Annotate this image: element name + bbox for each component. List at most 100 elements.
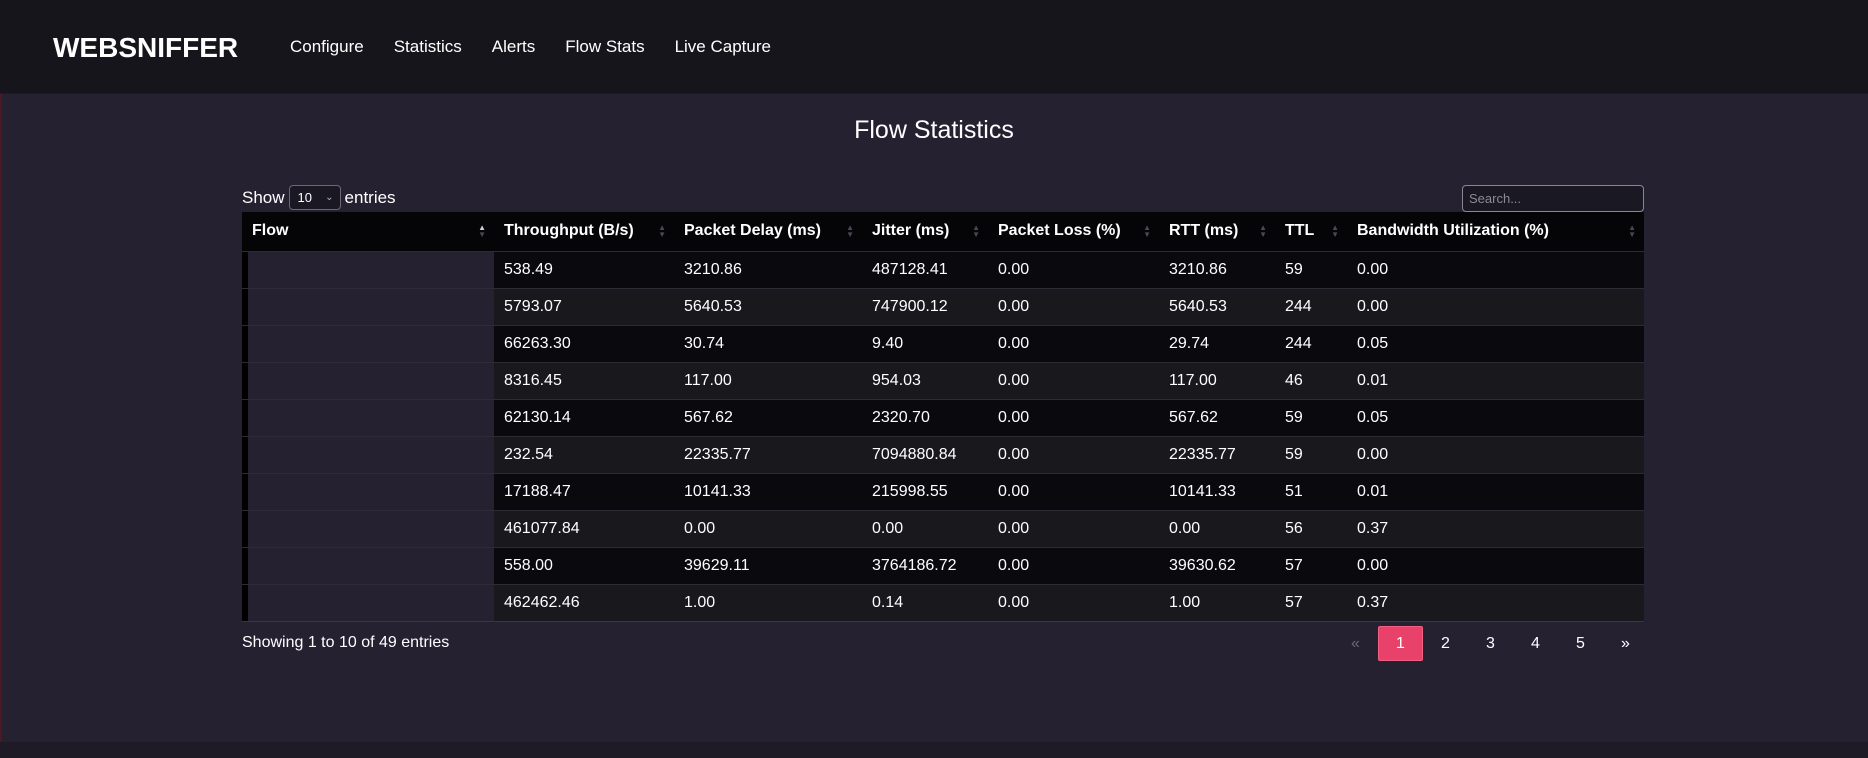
table-cell: 10141.33 [1169,482,1236,500]
table-cell: 3210.86 [684,260,742,278]
table-row[interactable]: 461077.84 0.00 0.00 0.00 0.00 56 0.37 [242,510,1644,547]
table-cell: 232.54 [504,445,553,463]
column-header-bandwidth-utilization[interactable]: Bandwidth Utilization (%) ▲ ▼ [1347,212,1644,251]
table-cell: 0.37 [1357,593,1389,611]
nav-alerts[interactable]: Alerts [492,37,535,57]
table-row[interactable]: 462462.46 1.00 0.14 0.00 1.00 57 0.37 [242,584,1644,621]
nav-configure[interactable]: Configure [290,37,364,57]
pagination-page-2[interactable]: 2 [1423,626,1468,661]
table-cell: 1.00 [684,593,716,611]
pagination-page-3[interactable]: 3 [1468,626,1513,661]
table-row[interactable]: 17188.47 10141.33 215998.55 0.00 10141.33 51 0… [242,473,1644,510]
table-cell: 62130.14 [504,408,571,426]
table-cell: 66263.30 [504,334,571,352]
table-cell: 0.00 [1357,297,1389,315]
table-cell: 51 [1285,482,1303,500]
flow-cell [242,399,494,436]
pagination-next-button[interactable]: » [1603,626,1648,661]
column-header-packet-loss[interactable]: Packet Loss (%) ▲ ▼ [988,212,1159,251]
table-cell: 5640.53 [1169,297,1227,315]
table-cell: 0.01 [1357,482,1389,500]
nav-live-capture[interactable]: Live Capture [675,37,771,57]
table-row[interactable]: 62130.14 567.62 2320.70 0.00 567.62 59 0.05 [242,399,1644,436]
sort-icon: ▲ ▼ [1628,223,1636,240]
column-header-jitter[interactable]: Jitter (ms) ▲ ▼ [862,212,988,251]
column-header-throughput[interactable]: Throughput (B/s) ▲ ▼ [494,212,674,251]
sort-icon: ▲ ▼ [846,223,854,240]
table-cell: 0.05 [1357,408,1389,426]
table-cell: 0.00 [872,519,904,537]
flow-stats-table: Flow ▲ ▼ Throughput (B/s) ▲ ▼ Packet Delay (… [242,212,1644,622]
table-cell: 0.00 [1357,556,1389,574]
flow-cell [242,473,494,510]
table-cell: 5640.53 [684,297,742,315]
table-cell: 487128.41 [872,260,948,278]
table-cell: 0.05 [1357,334,1389,352]
flow-cell [242,436,494,473]
table-cell: 0.00 [998,556,1030,574]
table-row[interactable]: 232.54 22335.77 7094880.84 0.00 22335.77 59 0.… [242,436,1644,473]
page-title: Flow Statistics [854,116,1014,144]
table-cell: 59 [1285,408,1303,426]
entries-select[interactable]: 10 ⌄ [288,185,341,210]
column-header-rtt[interactable]: RTT (ms) ▲ ▼ [1159,212,1275,251]
table-cell: 22335.77 [684,445,751,463]
table-cell: 117.00 [1169,371,1217,389]
pagination-previous-button[interactable]: « [1333,626,1378,661]
sort-icon: ▲ ▼ [658,223,666,240]
table-cell: 558.00 [504,556,553,574]
table-cell: 57 [1285,556,1303,574]
table-cell: 0.00 [1169,519,1201,537]
table-cell: 215998.55 [872,482,948,500]
table-cell: 8316.45 [504,371,562,389]
table-cell: 56 [1285,519,1303,537]
search-input[interactable] [1462,185,1644,212]
table-row[interactable]: 538.49 3210.86 487128.41 0.00 3210.86 59 0.00 [242,251,1644,288]
nav-statistics[interactable]: Statistics [394,37,462,57]
table-cell: 5793.07 [504,297,562,315]
show-label: Show [242,187,285,207]
table-info: Showing 1 to 10 of 49 entries [242,634,450,651]
entries-select-value: 10 [297,190,312,205]
pagination-page-4[interactable]: 4 [1513,626,1558,661]
table-cell: 3210.86 [1169,260,1227,278]
entries-length-control: Show 10 ⌄ entries [242,185,396,210]
pagination-page-1[interactable]: 1 [1378,626,1423,661]
table-cell: 117.00 [684,371,732,389]
brand-logo[interactable]: WEBSNIFFER [53,32,238,64]
pagination-page-5[interactable]: 5 [1558,626,1603,661]
table-cell: 0.00 [1357,260,1389,278]
flow-cell [242,325,494,362]
table-row[interactable]: 8316.45 117.00 954.03 0.00 117.00 46 0.01 [242,362,1644,399]
table-row[interactable]: 558.00 39629.11 3764186.72 0.00 39630.62 57 0.… [242,547,1644,584]
sort-icon: ▲ ▼ [1259,223,1267,240]
table-cell: 0.14 [872,593,904,611]
sort-icon: ▲ ▼ [1143,223,1151,240]
table-cell: 0.00 [998,519,1030,537]
table-body: 538.49 3210.86 487128.41 0.00 3210.86 59 0.00 5… [242,251,1644,621]
table-cell: 3764186.72 [872,556,957,574]
table-cell: 22335.77 [1169,445,1236,463]
table-cell: 39629.11 [684,556,750,574]
navbar: WEBSNIFFER Configure Statistics Alerts F… [0,0,1868,94]
flow-cell [242,251,494,288]
column-header-packet-delay[interactable]: Packet Delay (ms) ▲ ▼ [674,212,862,251]
table-cell: 46 [1285,371,1303,389]
column-header-ttl[interactable]: TTL ▲ ▼ [1275,212,1347,251]
flow-cell [242,547,494,584]
column-header-flow[interactable]: Flow ▲ ▼ [242,212,494,251]
nav-flow-stats[interactable]: Flow Stats [565,37,644,57]
table-cell: 0.00 [998,445,1030,463]
table-cell: 567.62 [684,408,733,426]
table-row[interactable]: 66263.30 30.74 9.40 0.00 29.74 244 0.05 [242,325,1644,362]
table-row[interactable]: 5793.07 5640.53 747900.12 0.00 5640.53 244 0.0… [242,288,1644,325]
window-edge [0,0,2,758]
sort-icon: ▲ ▼ [972,223,980,240]
table-cell: 747900.12 [872,297,948,315]
table-cell: 0.37 [1357,519,1389,537]
table-cell: 59 [1285,445,1303,463]
table-cell: 0.00 [998,482,1030,500]
table-cell: 7094880.84 [872,445,957,463]
table-cell: 0.00 [998,334,1030,352]
footer [0,742,1868,758]
